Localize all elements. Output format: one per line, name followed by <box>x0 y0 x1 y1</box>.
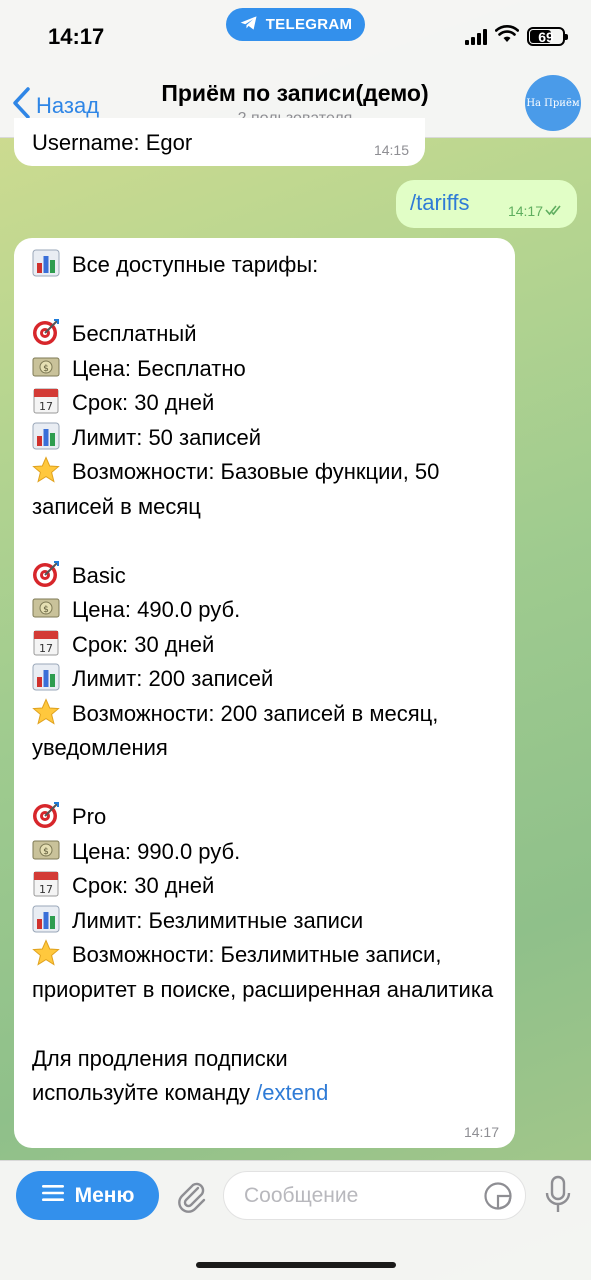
message-command[interactable]: /tariffs <box>410 190 470 216</box>
message-time: 14:17 <box>463 1124 499 1140</box>
back-label: Назад <box>36 93 100 118</box>
microphone-icon[interactable] <box>543 1175 573 1215</box>
message-text: Username: Egor <box>32 130 193 155</box>
svg-text:$: $ <box>43 605 49 615</box>
tariff-features: Возможности: 200 записей в месяц, уведом… <box>32 700 439 761</box>
paperclip-icon[interactable] <box>173 1178 209 1214</box>
telegram-pill[interactable]: TELEGRAM <box>226 8 365 41</box>
star-icon <box>32 939 60 967</box>
tariff-features: Возможности: Базовые функции, 50 записей… <box>32 459 440 519</box>
tariff-price-line: $ Цена: Бесплатно <box>32 352 502 387</box>
bar-chart-icon <box>32 663 60 691</box>
tariff-name-line: Бесплатный <box>32 317 502 352</box>
tariff-price-line: $ Цена: 990.0 руб. <box>32 835 502 870</box>
wifi-icon <box>494 25 520 48</box>
tariff-features-line: Возможности: Базовые функции, 50 записей… <box>32 455 502 524</box>
message-bubble-tariffs[interactable]: Все доступные тарифы: Бесплатный $ Цена:… <box>14 238 515 1148</box>
tariff-limit: Лимит: Безлимитные записи <box>72 907 364 933</box>
tariff-limit-line: Лимит: Безлимитные записи <box>32 904 502 939</box>
money-icon: $ <box>32 836 60 864</box>
chat-avatar[interactable]: На Приём <box>525 75 581 131</box>
svg-text:$: $ <box>43 364 49 374</box>
calendar-icon: 17 <box>32 629 60 657</box>
battery-icon: 69 <box>527 27 568 46</box>
tariff-limit: Лимит: 50 записей <box>72 424 262 450</box>
tariff-name-line: Basic <box>32 559 502 594</box>
tariff-term: Срок: 30 дней <box>72 390 215 415</box>
svg-text:17: 17 <box>39 642 53 655</box>
footer-line-2: используйте команду /extend <box>32 1076 502 1111</box>
hamburger-icon <box>41 1183 65 1209</box>
message-time: 14:15 <box>373 142 409 158</box>
money-icon: $ <box>32 594 60 622</box>
telegram-plane-icon <box>239 13 259 37</box>
star-icon <box>32 697 60 726</box>
tariff-term-line: 17 Срок: 30 дней <box>32 386 502 421</box>
tariff-features-line: Возможности: 200 записей в месяц, уведом… <box>32 697 502 766</box>
message-line: Все доступные тарифы: <box>32 248 502 283</box>
menu-label: Меню <box>74 1183 135 1207</box>
message-bubble-partial[interactable]: Username: Egor 14:15 <box>14 118 425 166</box>
star-icon <box>32 456 60 484</box>
bar-chart-icon <box>32 249 60 277</box>
signal-icon <box>465 28 487 45</box>
menu-button[interactable]: Меню <box>16 1171 159 1220</box>
bar-chart-icon <box>32 422 60 450</box>
tariff-price: Цена: 990.0 руб. <box>72 838 241 864</box>
footer-line-1: Для продления подписки <box>32 1045 288 1071</box>
target-icon <box>32 318 60 346</box>
sticker-icon[interactable] <box>483 1181 513 1211</box>
money-icon: $ <box>32 353 60 381</box>
tariff-term: Срок: 30 дней <box>72 631 215 657</box>
tariff-limit-line: Лимит: 50 записей <box>32 421 502 456</box>
tariff-features: Возможности: Безлимитные записи, приорит… <box>32 942 494 1002</box>
svg-text:$: $ <box>43 847 49 857</box>
tariff-price: Цена: 490.0 руб. <box>72 597 241 622</box>
message-input[interactable] <box>223 1171 526 1220</box>
message-body: Все доступные тарифы: Бесплатный $ Цена:… <box>32 248 502 1111</box>
tariff-price: Цена: Бесплатно <box>72 355 246 381</box>
chat-title: Приём по записи(демо) <box>161 80 429 106</box>
calendar-icon: 17 <box>32 387 60 415</box>
tariff-name: Pro <box>72 804 107 829</box>
status-time: 14:17 <box>48 24 105 49</box>
tariff-name: Бесплатный <box>72 321 197 346</box>
tariff-price-line: $ Цена: 490.0 руб. <box>32 593 502 628</box>
status-bar: 14:17 TELEGRAM 69 <box>0 0 591 70</box>
target-icon <box>32 801 60 829</box>
battery-percent: 69 <box>538 28 554 45</box>
tariff-limit-line: Лимит: 200 записей <box>32 662 502 697</box>
message-bubble-outgoing[interactable]: /tariffs 14:17 <box>396 180 577 228</box>
tariff-name: Basic <box>72 562 126 588</box>
double-check-icon <box>545 203 565 219</box>
telegram-label: TELEGRAM <box>265 16 353 33</box>
status-icons: 69 <box>465 25 568 48</box>
outgoing-time: 14:17 <box>507 203 543 219</box>
tariff-term: Срок: 30 дней <box>72 873 215 898</box>
tariff-name-line: Pro <box>32 800 502 835</box>
tariff-term-line: 17 Срок: 30 дней <box>32 628 502 663</box>
home-indicator[interactable] <box>196 1262 396 1268</box>
tariff-term-line: 17 Срок: 30 дней <box>32 869 502 904</box>
message-time-outgoing: 14:17 <box>508 203 565 219</box>
extend-command-link[interactable]: /extend <box>256 1080 328 1105</box>
tariffs-header: Все доступные тарифы: <box>72 252 319 277</box>
svg-text:17: 17 <box>39 400 53 413</box>
tariff-features-line: Возможности: Безлимитные записи, приорит… <box>32 938 502 1007</box>
calendar-icon: 17 <box>32 870 60 898</box>
footer-text: используйте команду <box>32 1080 251 1105</box>
svg-text:17: 17 <box>39 883 53 896</box>
tariff-limit: Лимит: 200 записей <box>72 666 274 691</box>
target-icon <box>32 560 60 588</box>
bar-chart-icon <box>32 905 60 933</box>
